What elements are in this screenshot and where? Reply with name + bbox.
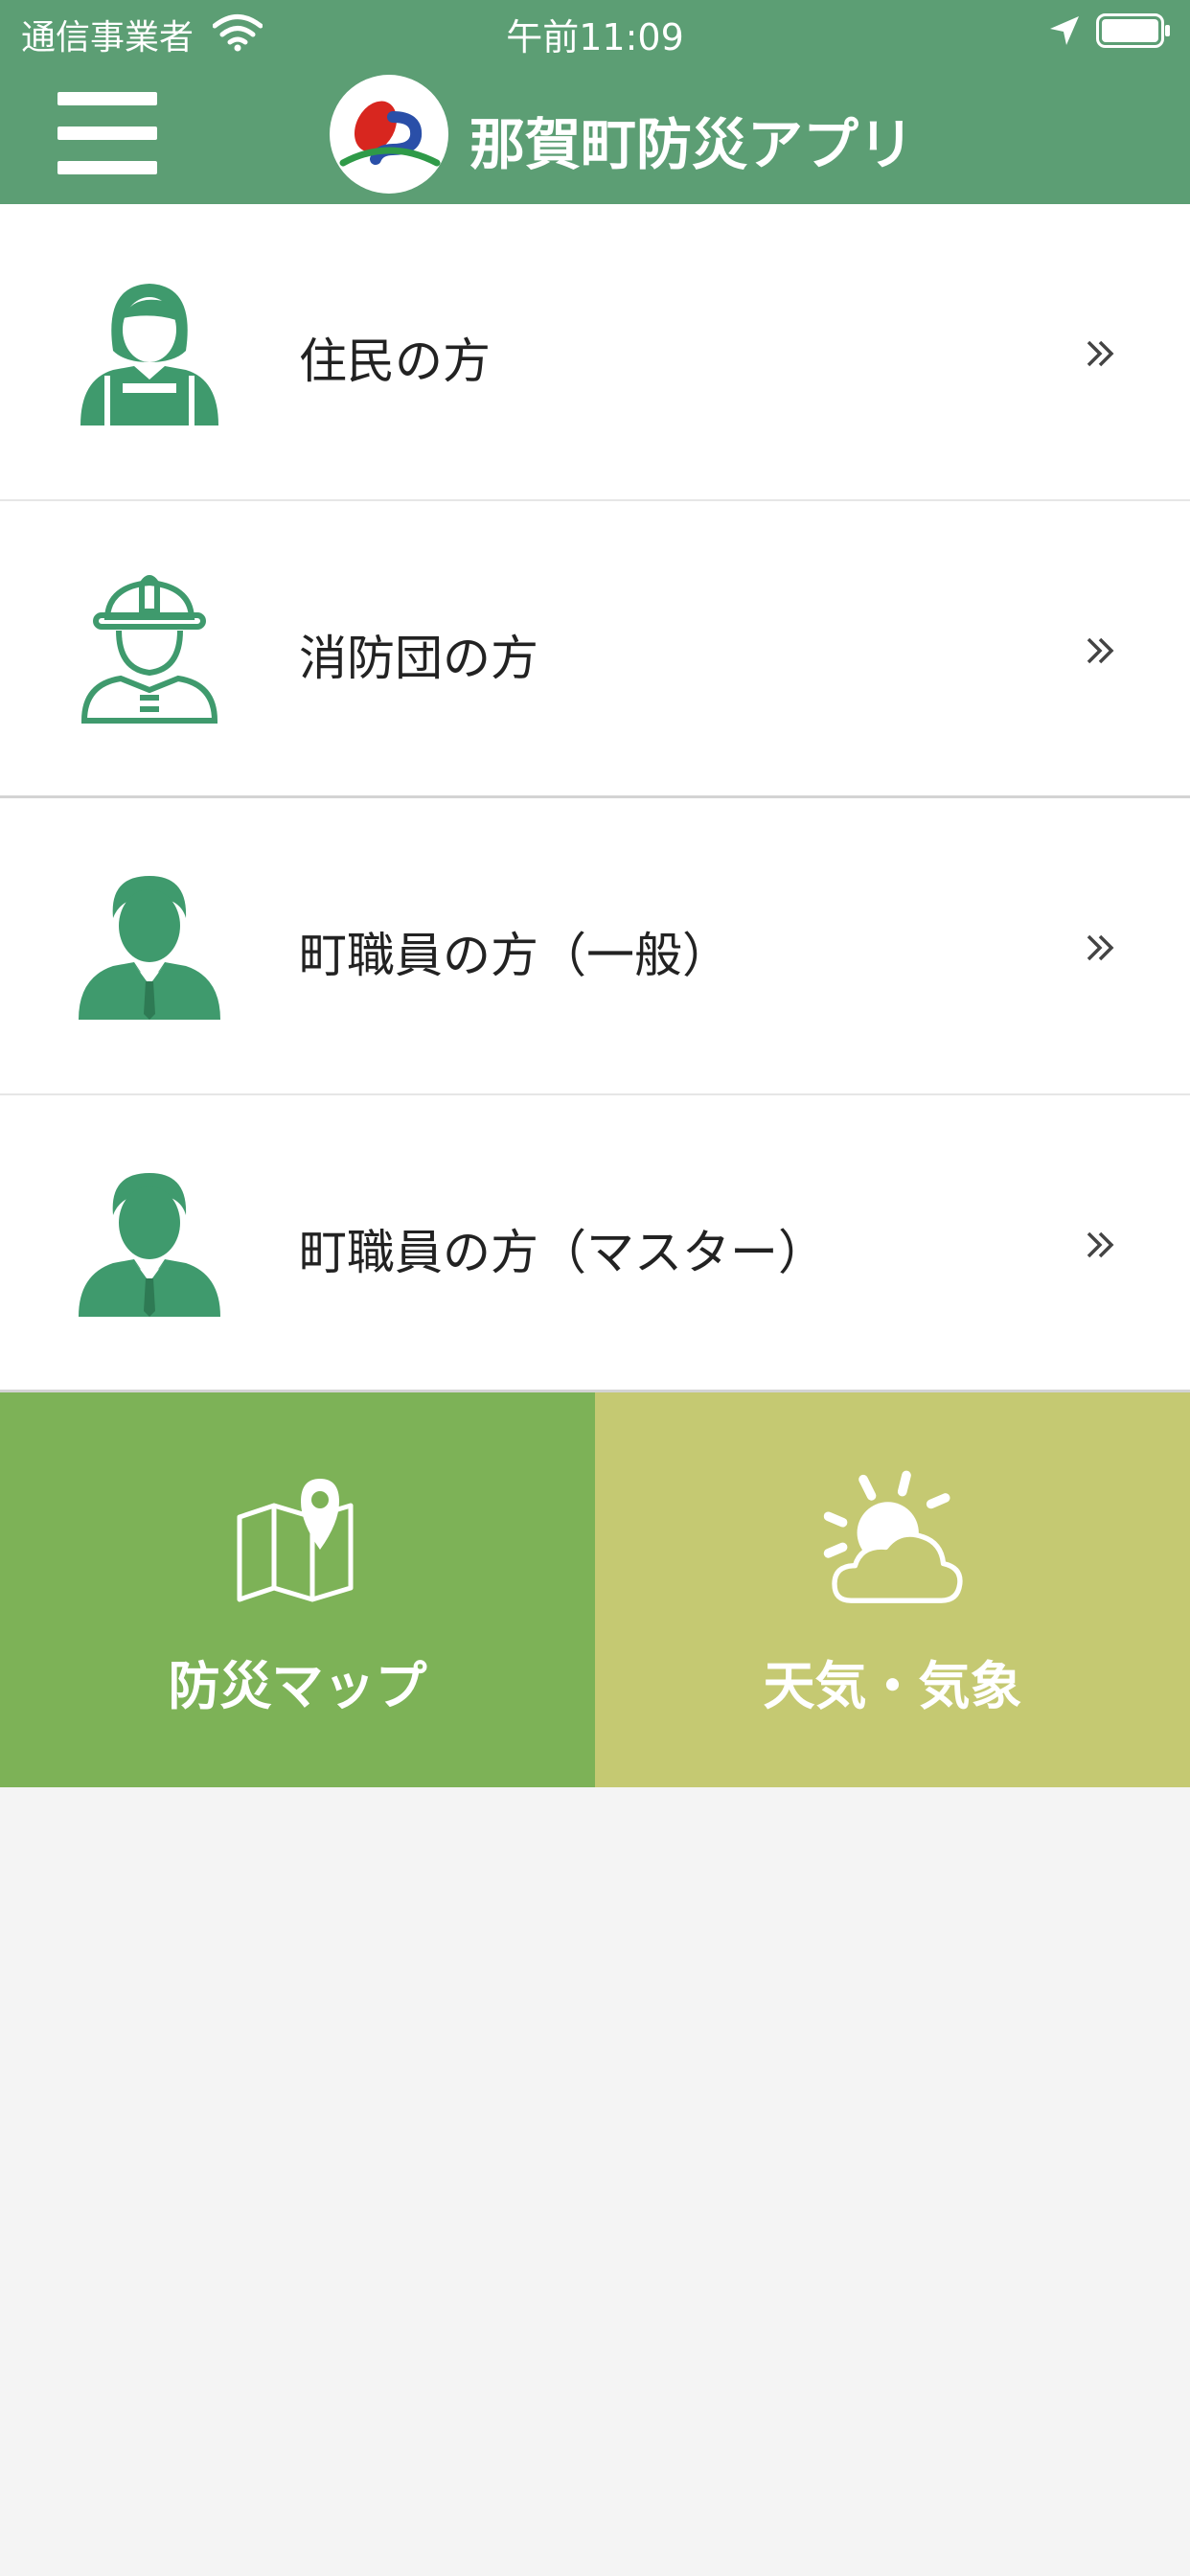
location-arrow-icon (1050, 16, 1079, 45)
weather-tile[interactable]: 天気・気象 (595, 1392, 1190, 1787)
town-logo-icon (330, 75, 448, 194)
hazard-map-tile[interactable]: 防災マップ (0, 1392, 595, 1787)
sun-cloud-icon (823, 1470, 963, 1603)
male-staff-icon (79, 1173, 220, 1317)
battery-icon (1096, 13, 1170, 48)
role-label: 町職員の方（マスター） (299, 1225, 826, 1280)
role-item-firefighter[interactable]: 消防団の方 (0, 501, 1190, 798)
double-chevron-right-icon (1087, 1231, 1114, 1258)
menu-bar (57, 126, 157, 140)
app-root: 通信事業者 午前11:09 那賀町防災アプリ 住民の方 消防団の方 町職員の方（… (0, 0, 1190, 2576)
tile-label: 防災マップ (168, 1656, 427, 1716)
firefighter-icon (80, 575, 218, 724)
role-label: 消防団の方 (299, 631, 538, 686)
app-header: 那賀町防災アプリ (0, 63, 1190, 204)
app-title: 那賀町防災アプリ (469, 112, 915, 177)
menu-bar (57, 161, 157, 174)
tile-label: 天気・気象 (763, 1656, 1022, 1716)
female-resident-icon (80, 284, 218, 426)
map-pin-icon (237, 1479, 354, 1602)
shortcut-tiles: 防災マップ 天気・気象 (0, 1392, 1190, 1787)
role-item-resident[interactable]: 住民の方 (0, 204, 1190, 501)
menu-button[interactable] (57, 90, 157, 178)
role-item-staff-master[interactable]: 町職員の方（マスター） (0, 1095, 1190, 1392)
role-list: 住民の方 消防団の方 町職員の方（一般） 町職員の方（マスター） (0, 204, 1190, 1392)
status-time: 午前11:09 (506, 16, 684, 58)
role-label: 町職員の方（一般） (299, 928, 730, 983)
double-chevron-right-icon (1087, 340, 1114, 367)
top-bar: 通信事業者 午前11:09 那賀町防災アプリ (0, 0, 1190, 204)
role-item-staff-general[interactable]: 町職員の方（一般） (0, 798, 1190, 1095)
double-chevron-right-icon (1087, 934, 1114, 961)
double-chevron-right-icon (1087, 637, 1114, 664)
menu-bar (57, 92, 157, 105)
empty-area (0, 1787, 1190, 2576)
role-label: 住民の方 (299, 334, 491, 389)
male-staff-icon (79, 876, 220, 1020)
status-bar: 通信事業者 午前11:09 (0, 0, 1190, 63)
